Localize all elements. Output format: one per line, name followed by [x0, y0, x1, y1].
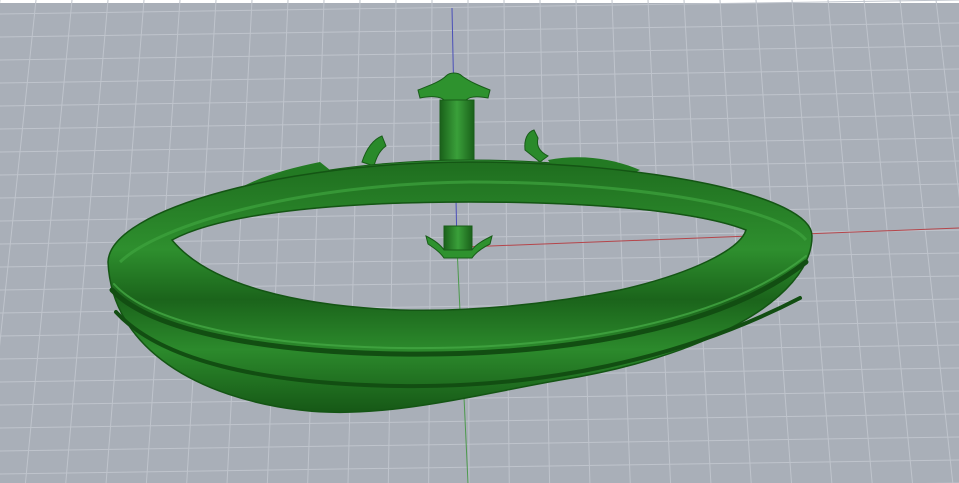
grid-line [24, 0, 73, 483]
grid-line [65, 0, 109, 483]
grid-line [0, 114, 959, 130]
grid-line [0, 68, 959, 84]
grid-line [935, 0, 959, 199]
grid-line [0, 45, 959, 61]
grid-line [266, 0, 289, 483]
grid-line [539, 0, 551, 483]
grid-line [0, 206, 959, 222]
x-axis-line [464, 227, 959, 248]
grid-line [0, 22, 959, 38]
grid-line [647, 0, 672, 483]
grid-line [0, 413, 959, 429]
perspective-viewport[interactable] [0, 0, 959, 483]
grid-line [827, 0, 873, 483]
grid-line [863, 0, 913, 483]
grid-line [575, 0, 591, 483]
grid-line [387, 0, 397, 483]
viewport-canvas[interactable] [0, 0, 959, 483]
ring-outer-band [107, 161, 813, 414]
grid-line [0, 459, 959, 475]
grid-line [0, 436, 959, 452]
grid-line [226, 0, 253, 483]
grid-line [0, 137, 959, 153]
grid-line [0, 0, 37, 347]
grid-line [503, 0, 510, 483]
